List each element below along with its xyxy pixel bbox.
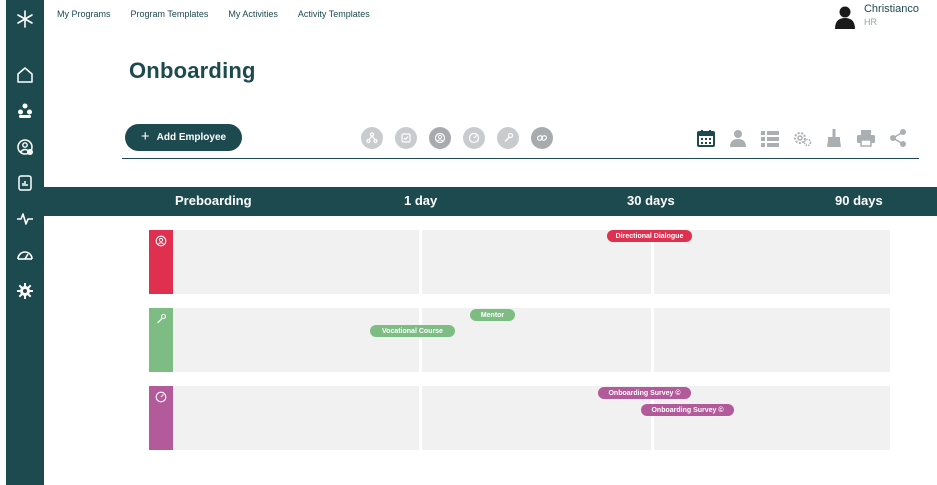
pulse-icon[interactable] [6,210,44,228]
lane-survey: Directional Dialogue [149,230,890,294]
phase-header: Preboarding 1 day 30 days 90 days [44,187,937,216]
user-role: HR [863,17,877,27]
nav-program-templates[interactable]: Program Templates [131,9,209,19]
user-avatar-icon [834,6,855,29]
gauge-icon [155,391,167,403]
wrench-icon[interactable] [497,127,519,149]
list-view-icon[interactable] [759,127,780,148]
page-title: Onboarding [129,58,256,83]
user-menu[interactable]: Christianco HR [834,3,919,29]
nav-my-programs[interactable]: My Programs [57,9,111,19]
timeline-cell[interactable] [422,308,651,372]
home-icon[interactable] [6,66,44,84]
toolbar-divider [122,158,919,159]
nav-my-activities[interactable]: My Activities [228,9,278,19]
lane-strip [149,230,173,294]
phase-preboarding: Preboarding [175,193,252,208]
activity-tag[interactable]: Onboarding Survey © [598,387,691,399]
person-icon[interactable] [727,127,748,148]
plus-icon: + [140,127,150,145]
phase-1-day: 1 day [404,193,438,208]
share-icon[interactable] [887,127,908,148]
asterisk-logo-icon[interactable] [6,10,44,28]
add-employee-button[interactable]: + Add Employee [125,124,242,151]
user-name: Christianco [863,3,919,15]
timeline-cell[interactable] [173,230,419,294]
settings-gears-icon[interactable] [791,127,812,148]
connections-icon[interactable] [361,127,383,149]
gauge-icon[interactable] [463,127,485,149]
activity-tag[interactable]: Onboarding Survey © [641,404,734,416]
activity-type-filters [361,127,553,149]
nav-activity-templates[interactable]: Activity Templates [298,9,370,19]
view-options [695,127,908,148]
lane-strip [149,386,173,450]
link-icon[interactable] [531,127,553,149]
add-employee-label: Add Employee [156,132,227,143]
lane-tools: Mentor Vocational Course [149,308,890,372]
team-icon[interactable] [6,102,44,120]
activity-tag[interactable]: Directional Dialogue [607,230,692,242]
print-icon[interactable] [855,127,876,148]
dashboard-icon[interactable] [6,246,44,264]
lane-strip [149,308,173,372]
timeline-cell[interactable] [173,386,419,450]
calendar-icon[interactable] [695,127,716,148]
activity-tag[interactable]: Mentor [470,309,515,321]
gear-icon[interactable] [6,282,44,300]
phase-90-days: 90 days [835,193,883,208]
timeline-cell[interactable] [173,308,419,372]
activity-tag[interactable]: Vocational Course [370,325,455,337]
survey-icon [155,235,167,247]
survey-icon[interactable] [429,127,451,149]
top-navigation: My Programs Program Templates My Activit… [57,9,370,19]
lane-evaluation: Onboarding Survey © Onboarding Survey © [149,386,890,450]
wrench-icon [157,313,167,324]
timeline-cell[interactable] [654,308,890,372]
report-icon[interactable] [6,174,44,192]
checklist-icon[interactable] [395,127,417,149]
user-settings-icon[interactable] [6,138,44,156]
brush-icon[interactable] [823,127,844,148]
sidebar [6,0,44,485]
phase-30-days: 30 days [627,193,675,208]
